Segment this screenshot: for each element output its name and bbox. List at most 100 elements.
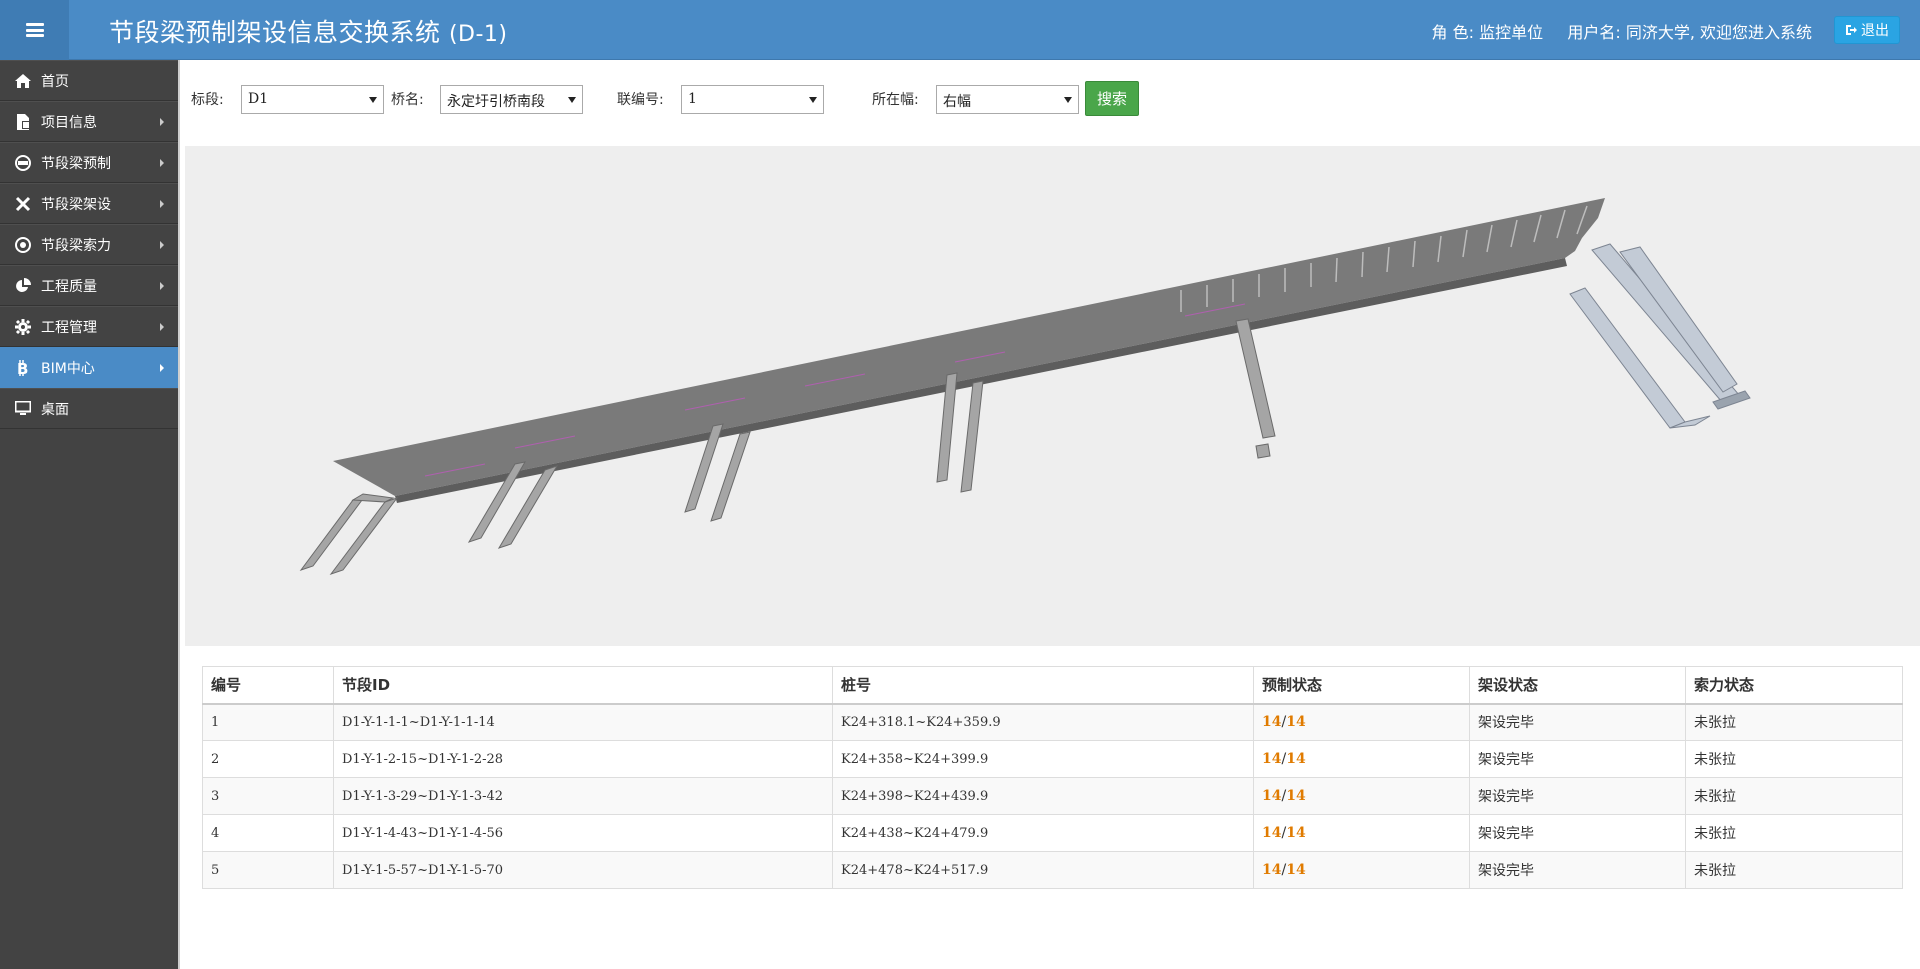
column-header-station[interactable]: 桩号 (832, 666, 1254, 705)
precast-done: 14 (1262, 714, 1282, 731)
bridge-select-value: 永定圩引桥南段 (447, 94, 545, 110)
sidebar-item-label: 首页 (41, 73, 69, 90)
bridge-model (299, 198, 1751, 575)
bitcoin-icon: B (14, 359, 32, 377)
user-label: 用户名: (1567, 23, 1621, 42)
sidebar-item-label: 节段梁预制 (41, 155, 111, 172)
dropdown-caret-icon (369, 97, 377, 103)
sidebar-item-precast[interactable]: 节段梁预制 (0, 142, 178, 183)
precast-total: 14 (1286, 788, 1306, 804)
cell-segment-id: D1-Y-1-3-29~D1-Y-1-3-42 (333, 777, 833, 815)
pie-chart-icon (14, 277, 32, 295)
cell-erection-status: 架设完毕 (1469, 814, 1686, 852)
cell-segment-id: D1-Y-1-5-57~D1-Y-1-5-70 (333, 851, 833, 889)
precast-total: 14 (1286, 862, 1306, 878)
table-row[interactable]: 1 D1-Y-1-1-1~D1-Y-1-1-14 K24+318.1~K24+3… (202, 703, 1903, 741)
sidebar-item-label: 节段梁架设 (41, 196, 111, 213)
column-header-no[interactable]: 编号 (202, 666, 334, 705)
chevron-right-icon (160, 323, 164, 331)
search-button-label: 搜索 (1096, 90, 1127, 108)
search-button[interactable]: 搜索 (1085, 81, 1139, 116)
top-header: 节段梁预制架设信息交换系统 (D-1) 角 色: 监控单位 用户名: 同济大学,… (0, 0, 1920, 60)
abutment-frame (1569, 243, 1751, 429)
cell-no: 4 (202, 814, 334, 852)
sidebar-item-management[interactable]: 工程管理 (0, 306, 178, 347)
cell-segment-id: D1-Y-1-4-43~D1-Y-1-4-56 (333, 814, 833, 852)
sidebar-item-tension[interactable]: 节段梁索力 (0, 224, 178, 265)
sign-out-icon (1846, 25, 1857, 35)
app-title: 节段梁预制架设信息交换系统 (D-1) (109, 13, 508, 49)
cell-no: 3 (202, 777, 334, 815)
section-label: 标段: (191, 92, 224, 108)
precast-total: 14 (1286, 825, 1306, 841)
bim-3d-viewer[interactable] (185, 146, 1920, 646)
logout-button[interactable]: 退出 (1834, 16, 1900, 44)
precast-total: 14 (1286, 714, 1306, 731)
cell-segment-id: D1-Y-1-2-15~D1-Y-1-2-28 (333, 740, 833, 778)
cell-tension-status: 未张拉 (1685, 740, 1903, 778)
table-row[interactable]: 5 D1-Y-1-5-57~D1-Y-1-5-70 K24+478~K24+51… (202, 851, 1903, 889)
sidebar-item-project-info[interactable]: 项目信息 (0, 101, 178, 142)
chevron-right-icon (160, 282, 164, 290)
chevron-right-icon (160, 200, 164, 208)
role-value: 监控单位 (1479, 23, 1544, 42)
sidebar-item-home[interactable]: 首页 (0, 60, 178, 101)
table-row[interactable]: 4 D1-Y-1-4-43~D1-Y-1-4-56 K24+438~K24+47… (202, 814, 1903, 852)
sidebar-item-erection[interactable]: 节段梁架设 (0, 183, 178, 224)
bridge-deck-side (395, 258, 1567, 503)
precast-total: 14 (1286, 751, 1306, 767)
filter-bar: 标段: D1 桥名: 永定圩引桥南段 联编号: 1 所在幅: 右幅 搜索 (182, 60, 1920, 146)
unit-select[interactable]: 1 (681, 85, 824, 114)
column-header-precast-status[interactable]: 预制状态 (1253, 666, 1470, 705)
cell-erection-status: 架设完毕 (1469, 703, 1686, 741)
sidebar-item-label: 项目信息 (41, 114, 97, 131)
column-header-segment-id[interactable]: 节段ID (333, 666, 833, 705)
dropdown-caret-icon (809, 97, 817, 103)
factory-icon (14, 154, 32, 172)
section-select[interactable]: D1 (241, 85, 384, 114)
cell-precast-status: 14/14 (1253, 814, 1470, 852)
cell-station: K24+398~K24+439.9 (832, 777, 1254, 815)
user-value: 同济大学, 欢迎您进入系统 (1625, 23, 1812, 42)
chevron-right-icon (160, 118, 164, 126)
table-row[interactable]: 2 D1-Y-1-2-15~D1-Y-1-2-28 K24+358~K24+39… (202, 740, 1903, 778)
column-header-tension-status[interactable]: 索力状态 (1685, 666, 1903, 705)
main-content: 标段: D1 桥名: 永定圩引桥南段 联编号: 1 所在幅: 右幅 搜索 编号 … (182, 60, 1920, 969)
cell-segment-id: D1-Y-1-1-1~D1-Y-1-1-14 (333, 703, 833, 741)
precast-done: 14 (1262, 825, 1282, 841)
sidebar-item-bim[interactable]: B BIM中心 (0, 347, 178, 388)
role-label: 角 色: (1431, 23, 1475, 42)
side-select[interactable]: 右幅 (936, 85, 1079, 114)
section-select-value: D1 (248, 91, 269, 107)
bridge-select[interactable]: 永定圩引桥南段 (440, 85, 583, 114)
column-header-erection-status[interactable]: 架设状态 (1469, 666, 1686, 705)
app-title-text: 节段梁预制架设信息交换系统 (109, 18, 441, 47)
cell-tension-status: 未张拉 (1685, 777, 1903, 815)
sidebar-item-desktop[interactable]: 桌面 (0, 388, 178, 429)
side-select-value: 右幅 (943, 94, 971, 110)
chevron-right-icon (160, 241, 164, 249)
cell-precast-status: 14/14 (1253, 851, 1470, 889)
chevron-right-icon (160, 159, 164, 167)
cell-erection-status: 架设完毕 (1469, 777, 1686, 815)
sidebar-item-label: 节段梁索力 (41, 237, 111, 254)
bridge-label: 桥名: (391, 92, 424, 108)
sidebar-item-label: 桌面 (41, 401, 69, 418)
sidebar-item-label: 工程质量 (41, 278, 97, 295)
chevron-right-icon (160, 364, 164, 372)
pier-group-1 (299, 493, 399, 575)
sidebar: 首页 项目信息 节段梁预制 节段梁架设 节段梁索力 工程质量 工程管理 B BI… (0, 60, 180, 969)
menu-toggle-button[interactable] (0, 0, 69, 60)
cell-station: K24+318.1~K24+359.9 (832, 703, 1254, 741)
sidebar-item-quality[interactable]: 工程质量 (0, 265, 178, 306)
cell-no: 5 (202, 851, 334, 889)
document-icon (14, 113, 32, 131)
cell-no: 1 (202, 703, 334, 741)
dropdown-caret-icon (568, 97, 576, 103)
cell-precast-status: 14/14 (1253, 740, 1470, 778)
cell-station: K24+438~K24+479.9 (832, 814, 1254, 852)
table-row[interactable]: 3 D1-Y-1-3-29~D1-Y-1-3-42 K24+398~K24+43… (202, 777, 1903, 815)
hamburger-icon (25, 23, 44, 37)
precast-done: 14 (1262, 788, 1282, 804)
monitor-icon (14, 400, 32, 418)
